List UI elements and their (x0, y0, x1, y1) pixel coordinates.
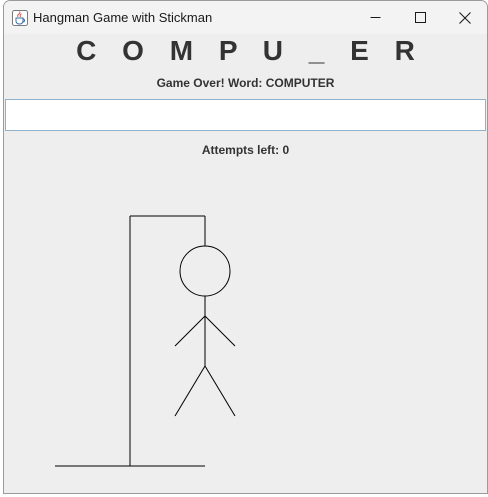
app-window: Hangman Game with Stickman C O M P U _ E… (3, 0, 488, 494)
stickman-left-leg (174, 365, 206, 417)
stickman-head (179, 245, 231, 297)
stickman-right-leg (204, 365, 236, 417)
stickman-right-arm (204, 315, 236, 347)
stickman-left-arm (174, 315, 206, 347)
hangman-drawing (55, 215, 236, 467)
